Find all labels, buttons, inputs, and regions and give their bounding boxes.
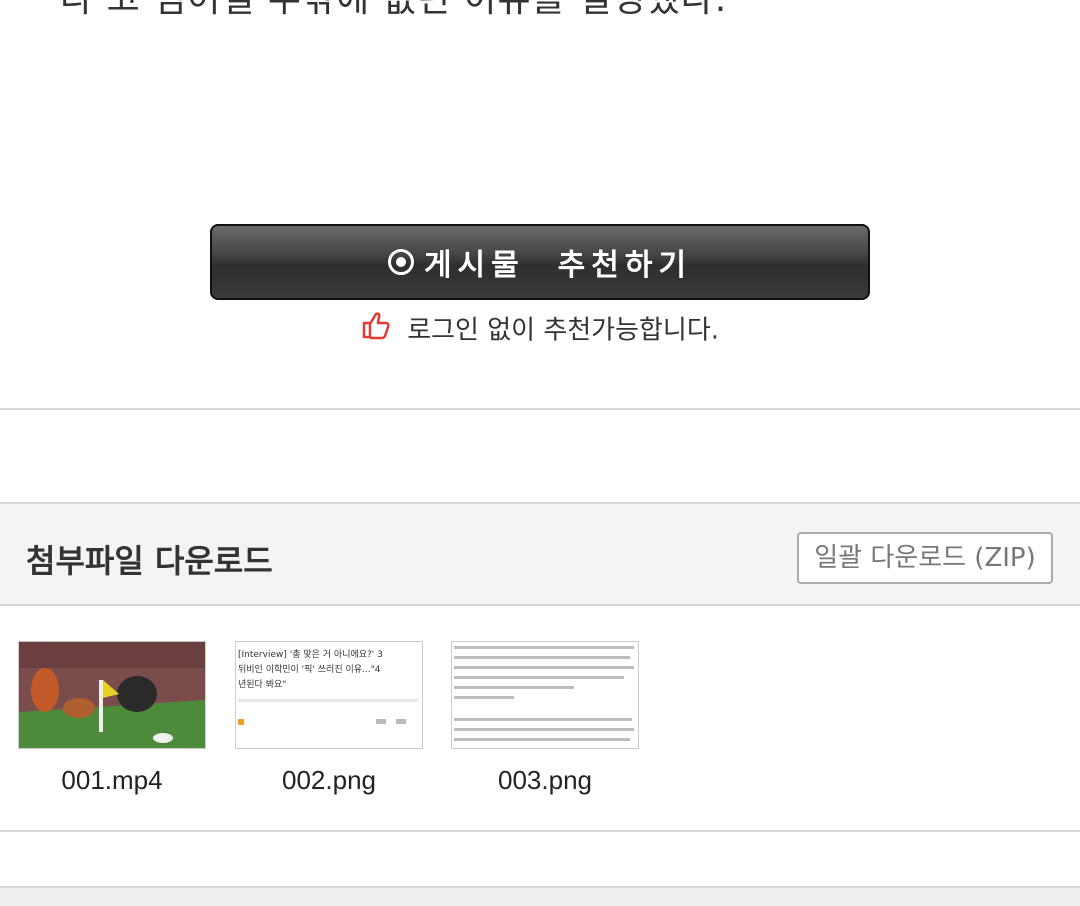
- attachment-file-001[interactable]: 001.mp4: [18, 641, 206, 796]
- target-circle-icon: [387, 249, 414, 275]
- recommend-note-text: 로그인 없이 추천가능합니다.: [407, 315, 720, 346]
- recommend-post-button[interactable]: 게시물 추천하기: [210, 224, 870, 300]
- recommend-button-label: 게시물 추천하기: [423, 248, 693, 283]
- article-body-text: 다 고 넘어질 수밖에 없던 이유를 설명했다.: [0, 0, 1080, 30]
- thumbs-up-icon: [361, 310, 391, 352]
- file-name: 002.png: [282, 765, 376, 795]
- footer-band: [0, 886, 1080, 906]
- video-thumbnail: [18, 641, 206, 749]
- attachment-file-002[interactable]: [Interview] '총 맞은 거 아니에요?' 3 뒤비인 이학민이 '픽…: [235, 641, 423, 796]
- attachment-title: 첨부파일 다운로드: [26, 542, 273, 580]
- attachment-header: 첨부파일 다운로드 일괄 다운로드 (ZIP): [0, 502, 1080, 606]
- image-thumbnail: [Interview] '총 맞은 거 아니에요?' 3 뒤비인 이학민이 '픽…: [235, 641, 423, 749]
- section-divider: [0, 830, 1080, 832]
- thumb-text-line: [Interview] '총 맞은 거 아니에요?' 3: [238, 650, 383, 660]
- zip-download-button[interactable]: 일괄 다운로드 (ZIP): [797, 532, 1053, 584]
- attachment-file-003[interactable]: 003.png: [451, 641, 639, 796]
- thumb-text-line: 뒤비인 이학민이 '픽' 쓰러진 이유..."4: [238, 665, 381, 675]
- file-name: 003.png: [498, 765, 592, 795]
- image-thumbnail: [451, 641, 639, 749]
- recommend-note: 로그인 없이 추천가능합니다.: [0, 310, 1080, 350]
- file-name: 001.mp4: [61, 765, 163, 795]
- section-divider: [0, 408, 1080, 410]
- thumb-text-line: 년된다 봐요": [238, 680, 287, 690]
